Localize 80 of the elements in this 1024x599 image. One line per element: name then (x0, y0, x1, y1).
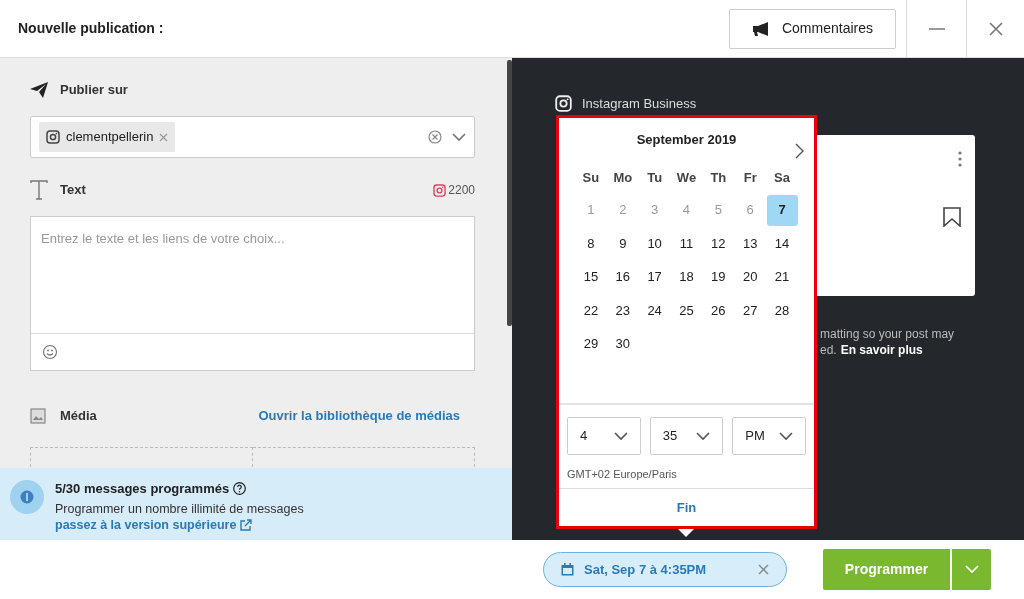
schedule-date-button[interactable]: Sat, Sep 7 à 4:35PM (543, 552, 787, 587)
close-icon[interactable] (988, 21, 1003, 36)
network-name: Instagram Business (582, 95, 697, 113)
next-month-icon[interactable] (795, 143, 804, 159)
calendar-day[interactable]: 13 (734, 228, 766, 259)
account-name: clementpellerin (66, 128, 154, 147)
comments-button[interactable]: Commentaires (728, 8, 896, 49)
image-icon (30, 407, 46, 424)
done-button[interactable]: Fin (676, 497, 697, 518)
calendar-day[interactable]: 18 (671, 261, 702, 293)
month-title: September 2019 (635, 131, 738, 149)
camera-icon (46, 130, 60, 144)
calendar-day[interactable]: 20 (734, 261, 766, 293)
chevron-down-icon (613, 431, 628, 441)
section-label: Text (60, 181, 86, 200)
time-select[interactable]: PM (732, 417, 806, 455)
banner-title: 5/30 messages programmés (55, 480, 230, 498)
calendar-day[interactable]: 28 (766, 295, 798, 326)
calendar-day[interactable]: 26 (702, 295, 734, 326)
calendar-day[interactable]: 29 (575, 328, 607, 360)
calendar-day[interactable]: 22 (575, 295, 607, 326)
calendar-day[interactable]: 27 (734, 295, 766, 326)
calendar-day[interactable]: 19 (702, 261, 734, 293)
timezone-label: GMT+02 Europe/Paris (566, 467, 678, 482)
chevron-down-icon (452, 132, 466, 142)
section-label: Média (60, 407, 97, 425)
chevron-down-icon (964, 565, 979, 574)
calendar-day[interactable]: 17 (639, 261, 671, 293)
more-icon[interactable] (958, 151, 962, 167)
calendar-day[interactable]: 10 (639, 228, 671, 259)
window-title: Nouvelle publication : (18, 19, 164, 38)
calendar-day[interactable]: 14 (766, 228, 798, 259)
calendar-day[interactable]: 23 (607, 295, 639, 326)
remove-icon[interactable] (159, 132, 169, 142)
calendar-day[interactable]: 30 (607, 328, 639, 360)
clear-icon[interactable] (758, 564, 769, 575)
weekday-label: Fr (742, 169, 758, 187)
time-select[interactable]: 35 (649, 417, 724, 455)
scrollbar-thumb[interactable] (507, 60, 512, 326)
calendar-day[interactable]: 21 (766, 261, 798, 293)
info-icon (20, 490, 34, 504)
camera-icon (555, 95, 572, 113)
weekday-label: Sa (773, 169, 791, 187)
bookmark-icon[interactable] (943, 207, 961, 227)
clear-icon[interactable] (428, 130, 442, 144)
help-icon[interactable] (233, 482, 247, 496)
notice-text: ed. (820, 342, 837, 358)
calendar-icon (561, 563, 574, 576)
text-icon (30, 180, 48, 200)
calendar-day[interactable]: 7 (766, 194, 798, 226)
learn-more-link[interactable]: En savoir plus (840, 342, 923, 358)
calendar-day[interactable]: 25 (671, 295, 702, 326)
calendar-day[interactable]: 24 (639, 295, 671, 326)
weekday-label: We (675, 169, 698, 187)
banner-message: Programmer un nombre illimité de messages passez à la version supérieure (55, 500, 305, 533)
calendar-day[interactable]: 15 (575, 261, 607, 293)
calendar-day[interactable]: 8 (575, 228, 607, 259)
weekday-label: Tu (646, 169, 664, 187)
calendar-day[interactable]: 11 (671, 228, 702, 259)
calendar-day[interactable]: 16 (607, 261, 639, 293)
weekday-label: Su (581, 169, 601, 187)
calendar-day[interactable]: 9 (607, 228, 639, 259)
time-select[interactable]: 4 (567, 417, 641, 455)
account-chip[interactable]: clementpellerin (39, 122, 176, 152)
emoji-icon[interactable] (42, 344, 58, 360)
weekday-label: Mo (612, 169, 634, 187)
chevron-down-icon (779, 431, 793, 441)
character-count: 2200 (448, 182, 475, 199)
media-library-link[interactable]: Ouvrir la bibliothèque de médias (258, 406, 460, 426)
camera-icon (433, 183, 447, 197)
calendar-day[interactable]: 12 (702, 228, 734, 259)
paper-plane-icon (30, 82, 48, 98)
external-link-icon (240, 518, 253, 531)
weekday-label: Th (709, 169, 728, 187)
section-label: Publier sur (60, 81, 128, 100)
upgrade-link[interactable]: passez à la version supérieure (55, 516, 253, 533)
notice-text: matting so your post may (820, 326, 955, 342)
chevron-down-icon (696, 431, 711, 441)
account-select[interactable]: clementpellerin (30, 116, 475, 158)
text-input[interactable]: Entrez le texte et les liens de votre choix... (30, 216, 475, 371)
